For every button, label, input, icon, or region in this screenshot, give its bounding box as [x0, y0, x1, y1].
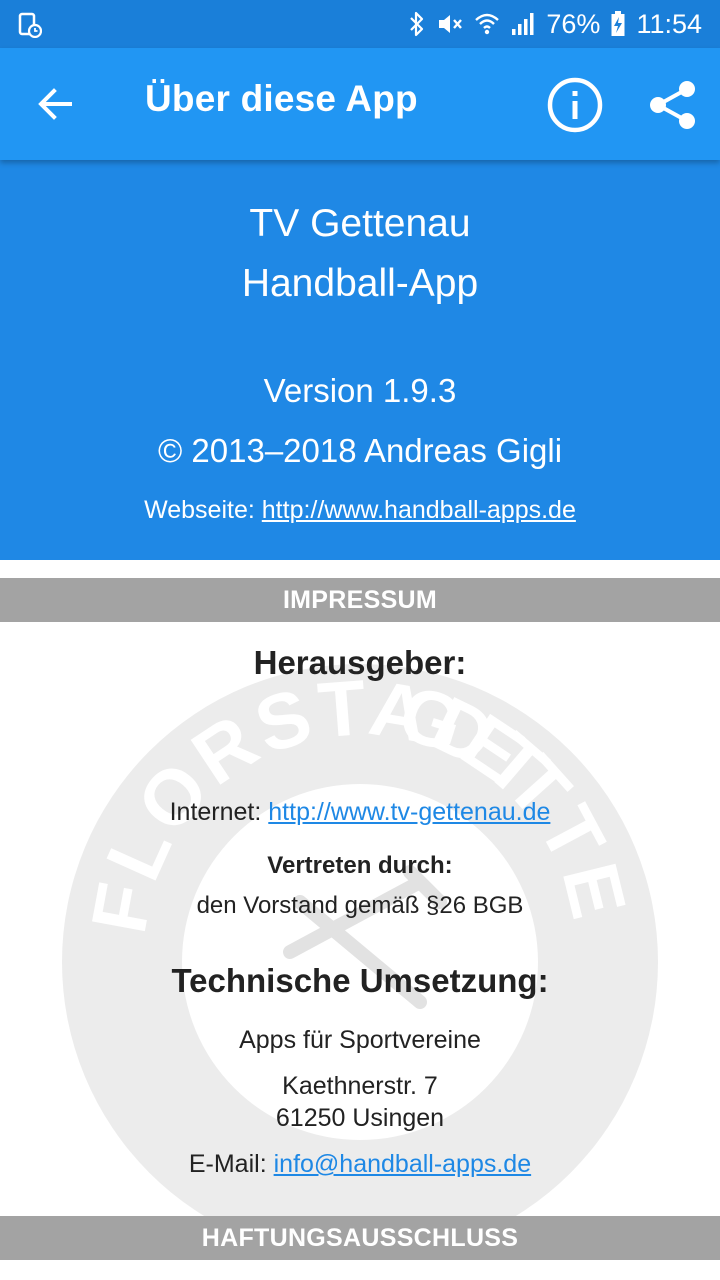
share-icon[interactable]: [646, 78, 700, 132]
email-link[interactable]: info@handball-apps.de: [274, 1150, 532, 1178]
app-name-line2: Handball-App: [241, 262, 479, 305]
page-title: Über diese App: [145, 78, 418, 119]
city-address: 61250 Usingen: [275, 1104, 445, 1132]
website-link[interactable]: http://www.handball-apps.de: [262, 496, 576, 524]
internet-row: Internet: http://www.tv-gettenau.de: [0, 798, 720, 827]
street-address: Kaethnerstr. 7: [282, 1072, 438, 1100]
version-text: Version 1.9.3: [263, 372, 457, 409]
clock: 11:54: [636, 8, 702, 39]
section-header-impressum[interactable]: IMPRESSUM: [0, 578, 720, 622]
app-bar: Über diese App: [0, 48, 720, 160]
status-bar: 76% 11:54: [0, 0, 720, 48]
vertreten-label: Vertreten durch:: [267, 852, 453, 879]
internet-link[interactable]: http://www.tv-gettenau.de: [268, 798, 550, 826]
battery-charging-icon: [610, 10, 626, 38]
vertreten-value: den Vorstand gemäß §26 BGB: [196, 892, 524, 919]
app-info-header: TV Gettenau Handball-App Version 1.9.3 ©…: [0, 160, 720, 560]
website-label: Webseite:: [144, 496, 255, 524]
bluetooth-icon: [408, 11, 426, 37]
internet-label: Internet:: [169, 798, 262, 826]
website-row: Webseite: http://www.handball-apps.de: [0, 490, 720, 530]
technische-umsetzung-heading: Technische Umsetzung:: [171, 962, 549, 999]
battery-percent: 76%: [546, 8, 601, 39]
impressum-content: FLORSTADT GETTENAU HANDBALL Herausgeber:…: [0, 622, 720, 1216]
herausgeber-heading: Herausgeber:: [253, 644, 467, 681]
signal-icon: [510, 11, 536, 37]
email-row: E-Mail: info@handball-apps.de: [0, 1150, 720, 1179]
screenshot-notification-icon: [18, 12, 43, 43]
copyright-text: © 2013–2018 Andreas Gigli: [157, 432, 563, 469]
wifi-icon: [474, 11, 500, 37]
company-name: Apps für Sportvereine: [239, 1026, 481, 1054]
section-header-haftungsausschluss[interactable]: HAFTUNGSAUSSCHLUSS: [0, 1216, 720, 1260]
email-label: E-Mail:: [188, 1150, 267, 1178]
mute-icon: [436, 11, 464, 37]
app-name-line1: TV Gettenau: [249, 202, 471, 245]
back-arrow-icon[interactable]: [34, 82, 78, 126]
info-icon[interactable]: [546, 76, 604, 134]
